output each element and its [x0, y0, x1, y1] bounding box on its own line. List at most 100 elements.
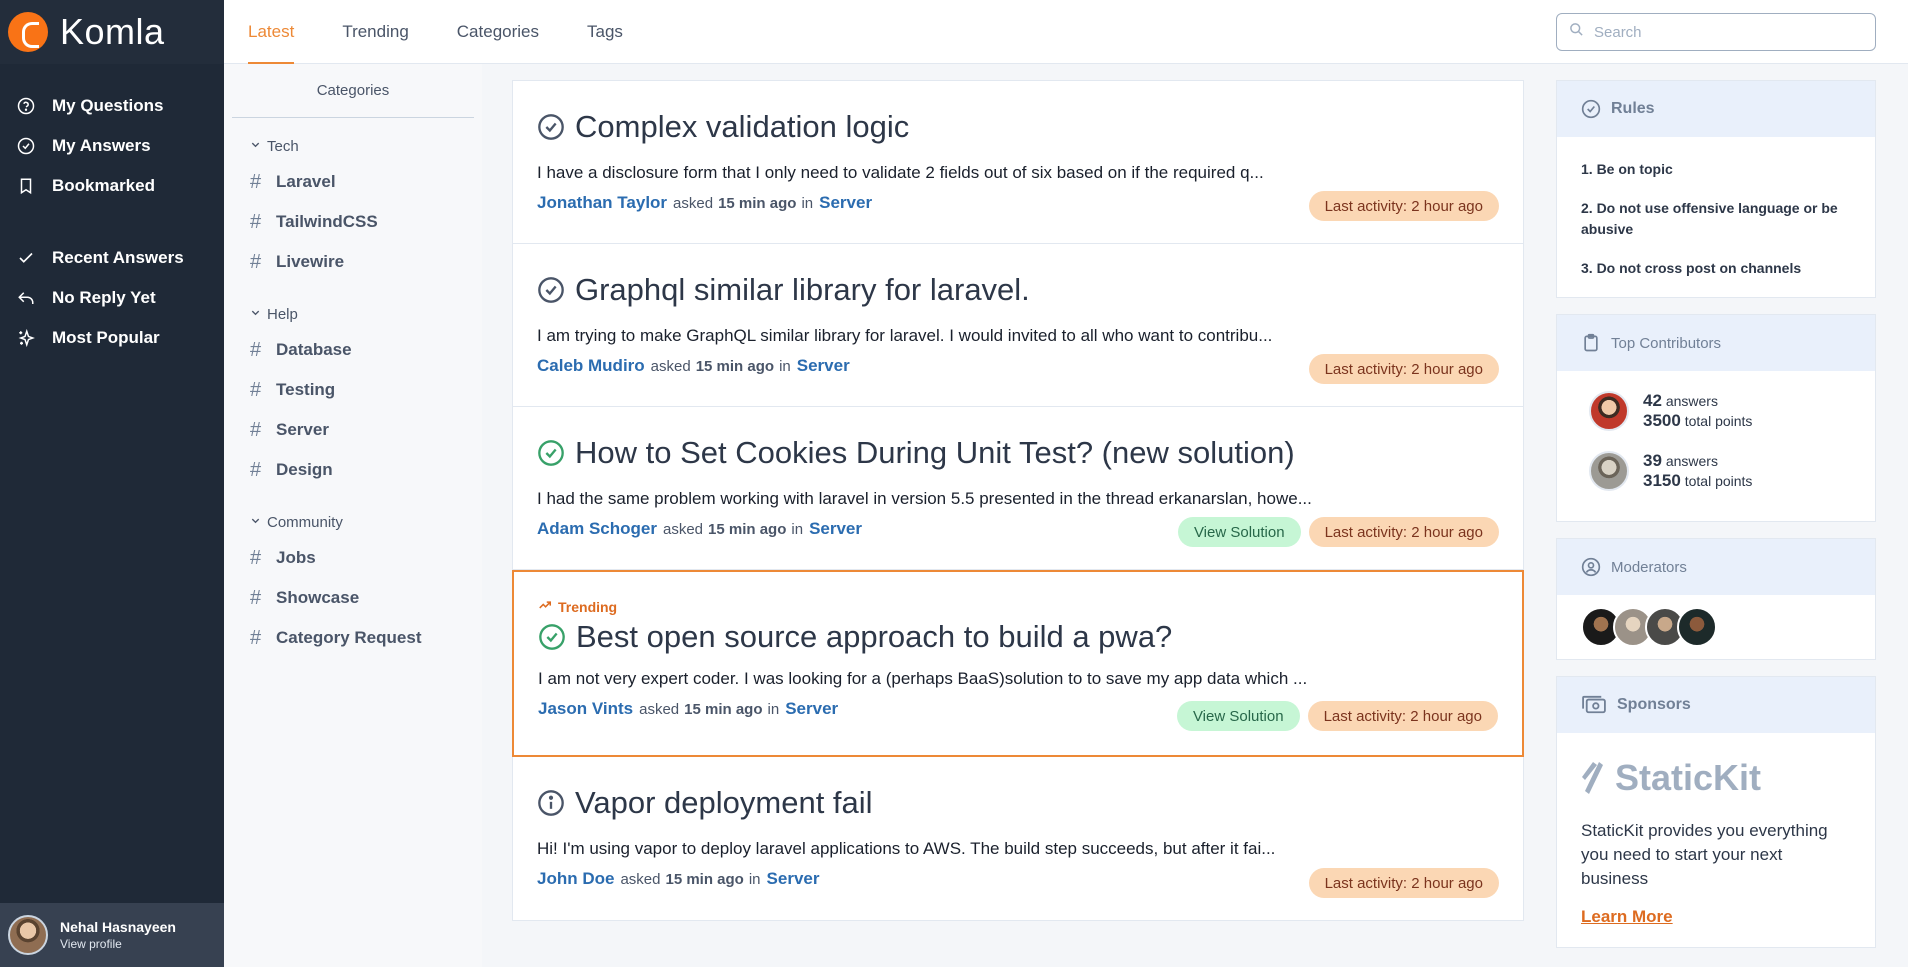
category-server[interactable]: # Server	[224, 410, 482, 450]
top-bar: Latest Trending Categories Tags	[224, 0, 1908, 64]
statickit-mark-icon	[1581, 760, 1609, 796]
last-activity-badge: Last activity: 2 hour ago	[1307, 701, 1498, 731]
check-circle-icon	[16, 136, 36, 156]
nav-my-answers[interactable]: My Answers	[0, 126, 224, 166]
tab-trending[interactable]: Trending	[342, 0, 408, 64]
points-label: total points	[1684, 413, 1753, 429]
question-badges: Last activity: 2 hour ago	[1301, 191, 1499, 221]
channel-link[interactable]: Server	[809, 519, 862, 539]
last-activity-badge: Last activity: 2 hour ago	[1308, 191, 1499, 221]
category-jobs[interactable]: # Jobs	[224, 538, 482, 578]
question-title[interactable]: Vapor deployment fail	[537, 785, 1499, 821]
nav-recent-answers[interactable]: Recent Answers	[0, 238, 224, 278]
avatar	[8, 915, 48, 955]
nav-my-questions[interactable]: My Questions	[0, 86, 224, 126]
app-name: Komla	[60, 11, 165, 52]
last-activity-badge: Last activity: 2 hour ago	[1308, 517, 1499, 547]
solved-check-icon	[537, 439, 565, 467]
profile-name: Nehal Hasnayeen	[60, 919, 176, 935]
nav-no-reply-yet[interactable]: No Reply Yet	[0, 278, 224, 318]
in-label: in	[779, 357, 791, 375]
category-showcase[interactable]: # Showcase	[224, 578, 482, 618]
app-logo[interactable]: Komla	[0, 0, 224, 64]
category-label: Laravel	[276, 172, 336, 191]
clipboard-icon	[1581, 333, 1601, 353]
statickit-logo[interactable]: StaticKit	[1581, 757, 1851, 799]
channel-link[interactable]: Server	[767, 869, 820, 889]
asked-label: asked	[673, 194, 714, 212]
hash-icon: #	[250, 210, 262, 233]
hash-icon: #	[250, 626, 262, 649]
last-activity-badge: Last activity: 2 hour ago	[1308, 868, 1499, 898]
contributor-row[interactable]: 42 answers 3500 total points	[1589, 391, 1851, 431]
category-label: Showcase	[276, 588, 360, 607]
author-link[interactable]: Jonathan Taylor	[537, 193, 667, 213]
author-link[interactable]: Adam Schoger	[537, 519, 657, 539]
category-label: Design	[276, 460, 333, 479]
learn-more-link[interactable]: Learn More	[1581, 907, 1673, 927]
primary-nav: My Questions My Answers Bookmarked	[0, 64, 224, 206]
category-group-community[interactable]: Community	[224, 512, 482, 532]
question-excerpt: I had the same problem working with lara…	[537, 489, 1312, 508]
view-solution-button[interactable]: View Solution	[1176, 701, 1300, 731]
category-group-tech[interactable]: Tech	[224, 136, 482, 156]
asked-label: asked	[662, 520, 704, 538]
sponsors-header: Sponsors	[1557, 677, 1875, 733]
in-label: in	[767, 700, 780, 718]
view-profile-link[interactable]: View profile	[60, 937, 176, 951]
category-laravel[interactable]: # Laravel	[224, 162, 482, 202]
hash-icon: #	[250, 546, 262, 569]
author-link[interactable]: John Doe	[537, 869, 614, 889]
question-item: Complex validation logic I have a disclo…	[513, 81, 1523, 244]
check-icon	[16, 248, 36, 268]
in-label: in	[801, 194, 814, 212]
question-item: Vapor deployment fail Hi! I'm using vapo…	[513, 757, 1523, 920]
question-title[interactable]: Complex validation logic	[537, 109, 1499, 145]
tab-latest[interactable]: Latest	[248, 0, 295, 64]
view-solution-button[interactable]: View Solution	[1177, 517, 1301, 547]
question-feed: Complex validation logic I have a disclo…	[512, 80, 1524, 921]
user-profile[interactable]: Nehal Hasnayeen View profile	[0, 903, 224, 967]
question-title[interactable]: Graphql similar library for laravel.	[537, 272, 1499, 308]
author-link[interactable]: Jason Vints	[538, 699, 633, 719]
category-database[interactable]: # Database	[224, 330, 482, 370]
question-item: How to Set Cookies During Unit Test? (ne…	[513, 407, 1523, 570]
question-excerpt: Hi! I'm using vapor to deploy laravel ap…	[537, 839, 1276, 858]
avatar	[1589, 451, 1629, 491]
category-label: Testing	[276, 380, 336, 399]
search-input[interactable]	[1594, 23, 1854, 41]
rule-item: 1. Be on topic	[1581, 161, 1673, 177]
tab-categories[interactable]: Categories	[457, 0, 539, 64]
contributor-row[interactable]: 39 answers 3150 total points	[1589, 451, 1851, 491]
category-group-help[interactable]: Help	[224, 304, 482, 324]
channel-link[interactable]: Server	[797, 356, 850, 376]
rules-title: Rules	[1611, 100, 1655, 117]
question-title[interactable]: How to Set Cookies During Unit Test? (ne…	[537, 435, 1499, 471]
question-badges: View Solution Last activity: 2 hour ago	[1169, 701, 1498, 731]
question-badges: Last activity: 2 hour ago	[1301, 868, 1499, 898]
category-testing[interactable]: # Testing	[224, 370, 482, 410]
question-badges: View Solution Last activity: 2 hour ago	[1170, 517, 1499, 547]
categories-panel: Categories Tech # Laravel # TailwindCSS # L…	[224, 64, 482, 967]
channel-link[interactable]: Server	[819, 193, 872, 213]
search-box[interactable]	[1556, 13, 1876, 51]
tab-tags[interactable]: Tags	[587, 0, 623, 64]
nav-most-popular[interactable]: Most Popular	[0, 318, 224, 358]
moderators-header: Moderators	[1557, 539, 1875, 595]
moderator-avatar[interactable]	[1677, 607, 1717, 647]
channel-link[interactable]: Server	[785, 699, 838, 719]
info-circle-icon	[537, 789, 565, 817]
nav-bookmarked[interactable]: Bookmarked	[0, 166, 224, 206]
money-icon	[1581, 695, 1607, 715]
category-design[interactable]: # Design	[224, 450, 482, 490]
category-request[interactable]: # Category Request	[224, 618, 482, 658]
question-excerpt: I am trying to make GraphQL similar libr…	[537, 326, 1273, 345]
question-excerpt: I have a disclosure form that I only nee…	[537, 163, 1264, 182]
answers-count: 42	[1643, 391, 1662, 410]
sponsors-title: Sponsors	[1617, 696, 1691, 713]
category-livewire[interactable]: # Livewire	[224, 242, 482, 282]
category-tailwindcss[interactable]: # TailwindCSS	[224, 202, 482, 242]
chevron-down-icon	[250, 515, 261, 529]
author-link[interactable]: Caleb Mudiro	[537, 356, 645, 376]
question-title[interactable]: Best open source approach to build a pwa…	[538, 619, 1498, 655]
